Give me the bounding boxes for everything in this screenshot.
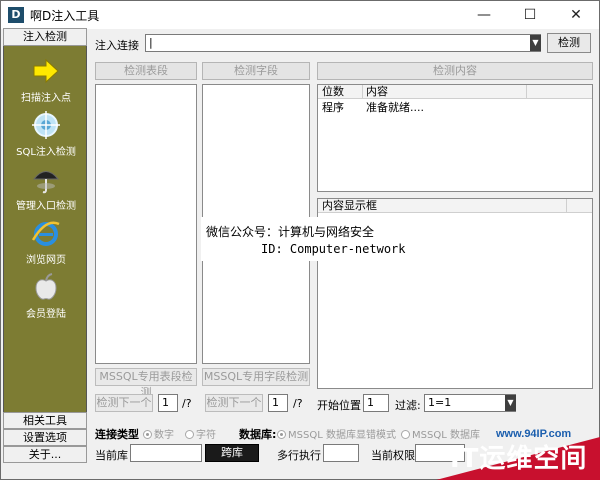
database-label: 数据库: (239, 428, 277, 441)
multi-exec-input[interactable] (323, 444, 359, 462)
nav-item-label: SQL注入检测 (16, 147, 76, 158)
radio-dot (143, 430, 152, 439)
title-bar: D 啊D注入工具 — ☐ ✕ (1, 1, 599, 29)
row-position-cell: 程序 (322, 101, 344, 114)
app-window: D 啊D注入工具 — ☐ ✕ 注入检测 扫描注入点 SQL注入检测 管理入口检测… (0, 0, 600, 480)
nav-item-member-login[interactable]: 会员登陆 (4, 272, 88, 324)
maximize-button[interactable]: ☐ (507, 1, 553, 29)
radio-dot (185, 430, 194, 439)
connection-type-label: 连接类型 (95, 428, 139, 441)
radio-label: 数字 (154, 430, 174, 441)
close-button[interactable]: ✕ (553, 1, 599, 29)
target-icon (32, 111, 60, 139)
tables-header-button[interactable]: 检测表段 (95, 62, 197, 80)
nav-header-inject-check[interactable]: 注入检测 (3, 28, 87, 46)
next-tables-button[interactable]: 检测下一个 (95, 394, 153, 412)
app-logo-icon: D (8, 7, 24, 23)
nav-settings[interactable]: 设置选项 (3, 429, 87, 446)
jump-db-button[interactable]: 跨库 (205, 444, 259, 462)
window-title: 啊D注入工具 (30, 9, 100, 23)
arrow-right-icon (33, 58, 59, 84)
check-button[interactable]: 检测 (547, 33, 591, 53)
minimize-button[interactable]: — (461, 1, 507, 29)
start-position-label: 开始位置 (317, 399, 361, 412)
radio-mssql-error-mode[interactable]: MSSQL 数据库显错模式 (277, 426, 396, 441)
nav-item-label: 浏览网页 (26, 255, 66, 266)
fields-page-input[interactable]: 1 (268, 394, 288, 412)
watermark-line-1: 微信公众号：计算机与网络安全 (206, 225, 375, 239)
current-db-input[interactable] (130, 444, 202, 462)
content-header-button[interactable]: 检测内容 (317, 62, 593, 80)
nav-item-browse[interactable]: 浏览网页 (4, 218, 88, 270)
row-content-cell: 准备就绪.... (366, 101, 424, 114)
column-divider (362, 85, 363, 99)
inject-url-label: 注入连接 (95, 39, 139, 52)
fields-page-suffix: /? (293, 397, 303, 410)
mssql-tables-button[interactable]: MSSQL专用表段检测 (95, 368, 197, 399)
nav-item-label: 会员登陆 (26, 309, 66, 320)
chevron-down-icon[interactable]: ▼ (530, 35, 541, 51)
chevron-down-icon[interactable]: ▼ (505, 395, 516, 411)
radio-string[interactable]: 字符 (185, 426, 216, 441)
brand-logo-text: IT运维空间 (450, 444, 588, 474)
next-fields-button[interactable]: 检测下一个 (205, 394, 263, 412)
result-grid-header: 位数 内容 (318, 85, 592, 99)
nav-item-scan[interactable]: 扫描注入点 (4, 56, 88, 108)
nav-item-sql-check[interactable]: SQL注入检测 (4, 110, 88, 162)
filter-label: 过滤: (395, 399, 421, 412)
ie-browser-icon (31, 221, 60, 246)
watermark-line-2: ID: Computer-network (261, 242, 406, 256)
umbrella-icon (32, 171, 60, 194)
content-display-title: 内容显示框 (322, 199, 377, 212)
fields-header-button[interactable]: 检测字段 (202, 62, 310, 80)
current-db-label: 当前库 (95, 449, 128, 462)
nav-item-label: 扫描注入点 (21, 93, 71, 104)
nav-item-label: 管理入口检测 (16, 201, 76, 212)
tables-page-input[interactable]: 1 (158, 394, 178, 412)
inject-url-input[interactable]: | (145, 34, 541, 52)
nav-related-tools[interactable]: 相关工具 (3, 412, 87, 429)
nav-panel: 扫描注入点 SQL注入检测 管理入口检测 浏览网页 会员登陆 (3, 46, 87, 412)
nav-item-admin-entry[interactable]: 管理入口检测 (4, 164, 88, 216)
apple-icon (35, 273, 57, 300)
radio-dot (277, 430, 286, 439)
radio-numeric[interactable]: 数字 (143, 426, 174, 441)
tables-list[interactable] (95, 84, 197, 364)
tables-page-suffix: /? (182, 397, 192, 410)
multi-exec-label: 多行执行 (277, 449, 321, 462)
column-header-position: 位数 (322, 85, 344, 98)
column-header-content: 内容 (366, 85, 388, 98)
content-display-header: 内容显示框 (318, 199, 592, 213)
left-nav: 注入检测 扫描注入点 SQL注入检测 管理入口检测 浏览网页 会员登陆 相关工具… (3, 28, 87, 478)
start-position-input[interactable]: 1 (363, 394, 389, 412)
filter-select[interactable]: 1=1 (424, 394, 516, 412)
radio-label: MSSQL 数据库显错模式 (288, 430, 396, 441)
mssql-fields-button[interactable]: MSSQL专用字段检测 (202, 368, 310, 386)
column-divider (566, 199, 567, 213)
nav-about[interactable]: 关于... (3, 446, 87, 463)
watermark-overlay: 微信公众号：计算机与网络安全 ID: Computer-network (201, 217, 406, 261)
column-divider (526, 85, 527, 99)
radio-label: 字符 (196, 430, 216, 441)
result-grid[interactable]: 位数 内容 程序 准备就绪.... (317, 84, 593, 192)
